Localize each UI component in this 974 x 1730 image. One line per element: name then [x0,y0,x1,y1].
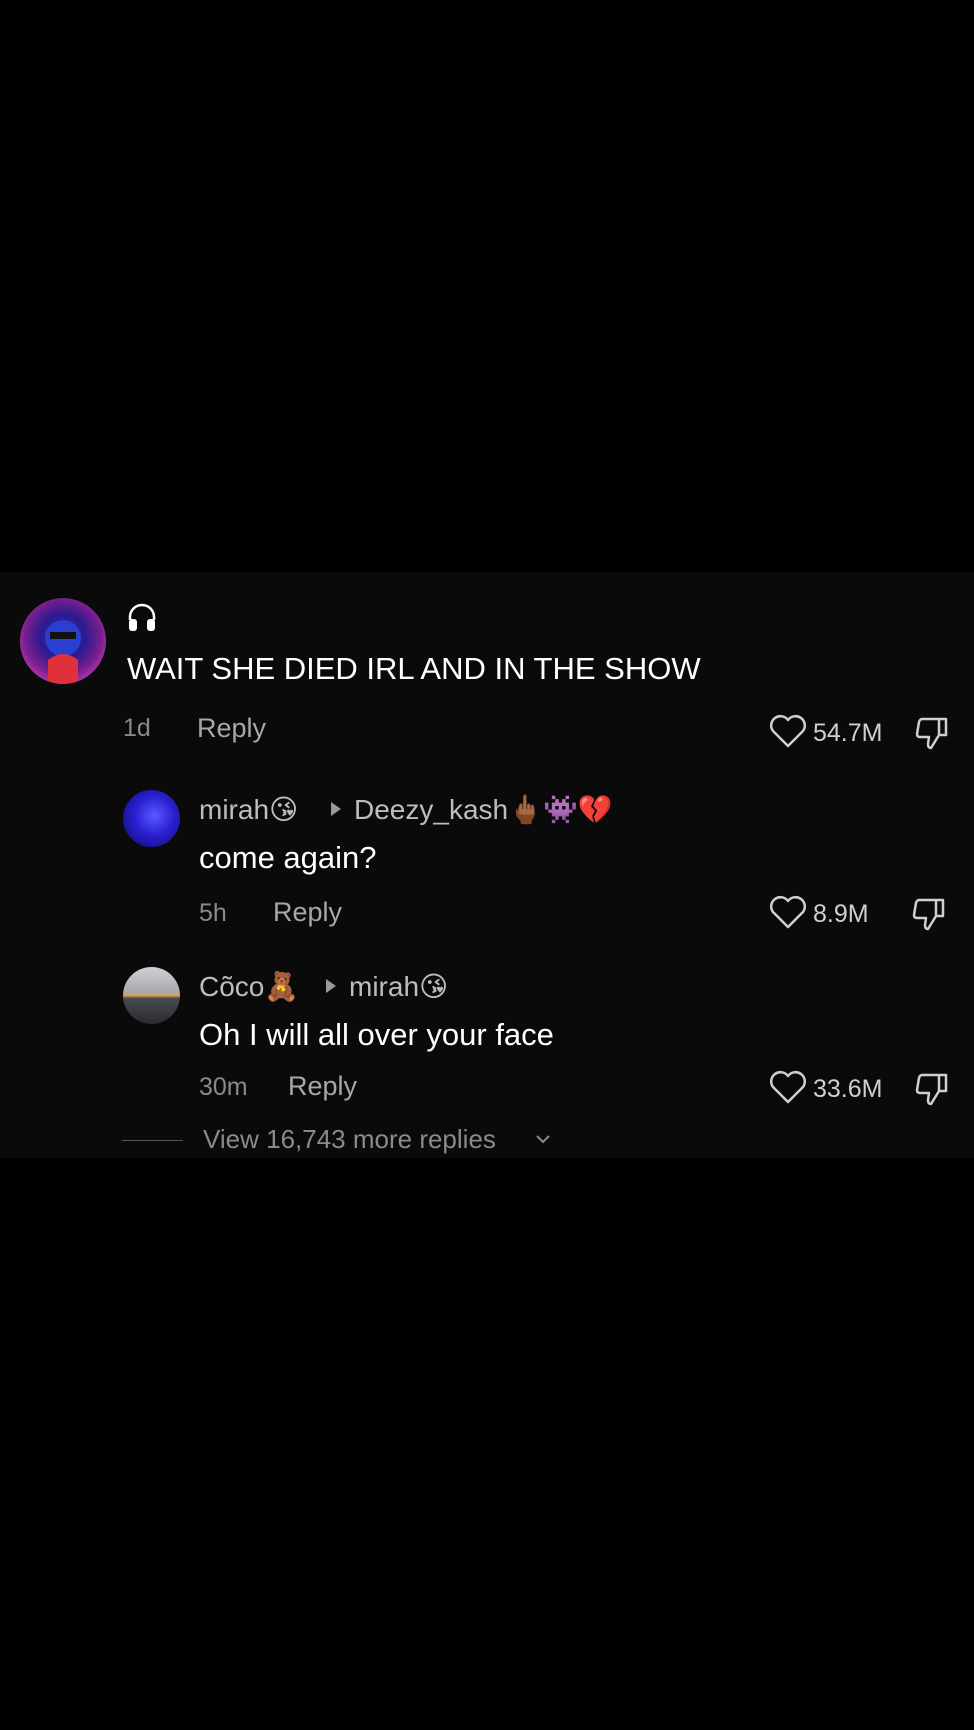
dislike-icon[interactable] [909,894,949,934]
reply-arrow-icon [326,979,336,993]
comment-time: 5h [199,899,227,927]
avatar[interactable] [123,967,180,1024]
reply-to-username[interactable]: Deezy_kash🖕🏾👾💔 [354,793,613,826]
username[interactable]: mirah😘 [199,793,298,826]
comment-text: Oh I will all over your face [199,1017,554,1052]
reply-to-username[interactable]: mirah😘 [349,970,448,1003]
headphones-icon [125,600,159,634]
dislike-icon[interactable] [912,1069,952,1109]
like-icon[interactable] [768,713,808,749]
like-count: 33.6M [813,1075,883,1103]
like-count: 54.7M [813,719,883,747]
reply-arrow-icon [331,802,341,816]
like-icon[interactable] [768,1069,808,1105]
dislike-icon[interactable] [912,713,952,753]
reply-button[interactable]: Reply [288,1071,357,1102]
comment-time: 1d [123,714,151,742]
chevron-down-icon[interactable] [535,1132,551,1144]
comment-text: come again? [199,840,377,875]
view-more-replies[interactable]: View 16,743 more replies [203,1124,496,1155]
comment-text: WAIT SHE DIED IRL AND IN THE SHOW [127,651,701,686]
reply-button[interactable]: Reply [197,713,266,744]
avatar[interactable] [20,598,106,684]
reply-button[interactable]: Reply [273,897,342,928]
avatar[interactable] [123,790,180,847]
like-icon[interactable] [768,894,808,930]
divider [122,1140,183,1141]
like-count: 8.9M [813,900,869,928]
username[interactable]: Cõco🧸 [199,970,299,1003]
comment-time: 30m [199,1073,248,1101]
